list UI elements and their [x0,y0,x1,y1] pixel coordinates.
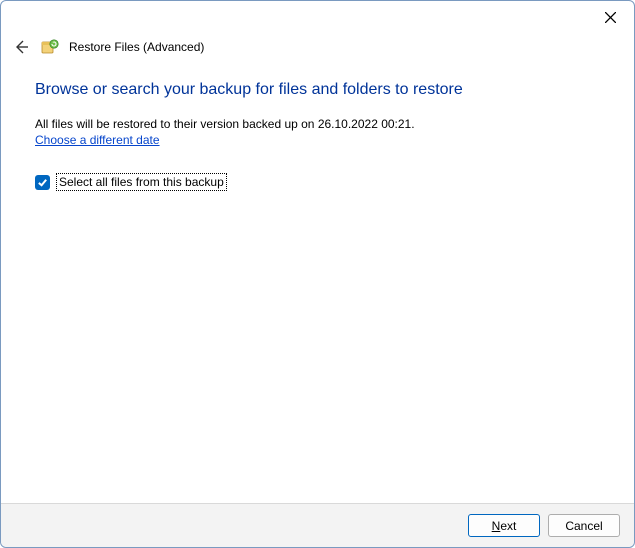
cancel-button[interactable]: Cancel [548,514,620,537]
choose-different-date-link[interactable]: Choose a different date [35,133,160,147]
close-icon [605,12,616,23]
backup-date: 26.10.2022 00:21 [318,117,411,131]
close-button[interactable] [594,5,626,29]
info-text: All files will be restored to their vers… [35,117,600,131]
back-arrow-icon [13,39,29,55]
dialog-footer: Next Cancel [1,503,634,547]
select-all-label[interactable]: Select all files from this backup [56,173,227,191]
select-all-row: Select all files from this backup [35,173,600,191]
info-prefix: All files will be restored to their vers… [35,117,318,131]
back-button[interactable] [11,37,31,57]
titlebar [1,1,634,37]
window-title: Restore Files (Advanced) [69,40,204,54]
next-button[interactable]: Next [468,514,540,537]
checkmark-icon [37,177,48,188]
restore-files-icon [41,38,59,56]
info-suffix: . [411,117,414,131]
header-row: Restore Files (Advanced) [1,37,634,63]
select-all-checkbox[interactable] [35,175,50,190]
content-area: Browse or search your backup for files a… [1,63,634,503]
restore-files-dialog: Restore Files (Advanced) Browse or searc… [0,0,635,548]
page-heading: Browse or search your backup for files a… [35,81,600,99]
next-button-label: Next [492,519,517,533]
cancel-button-label: Cancel [565,519,602,533]
